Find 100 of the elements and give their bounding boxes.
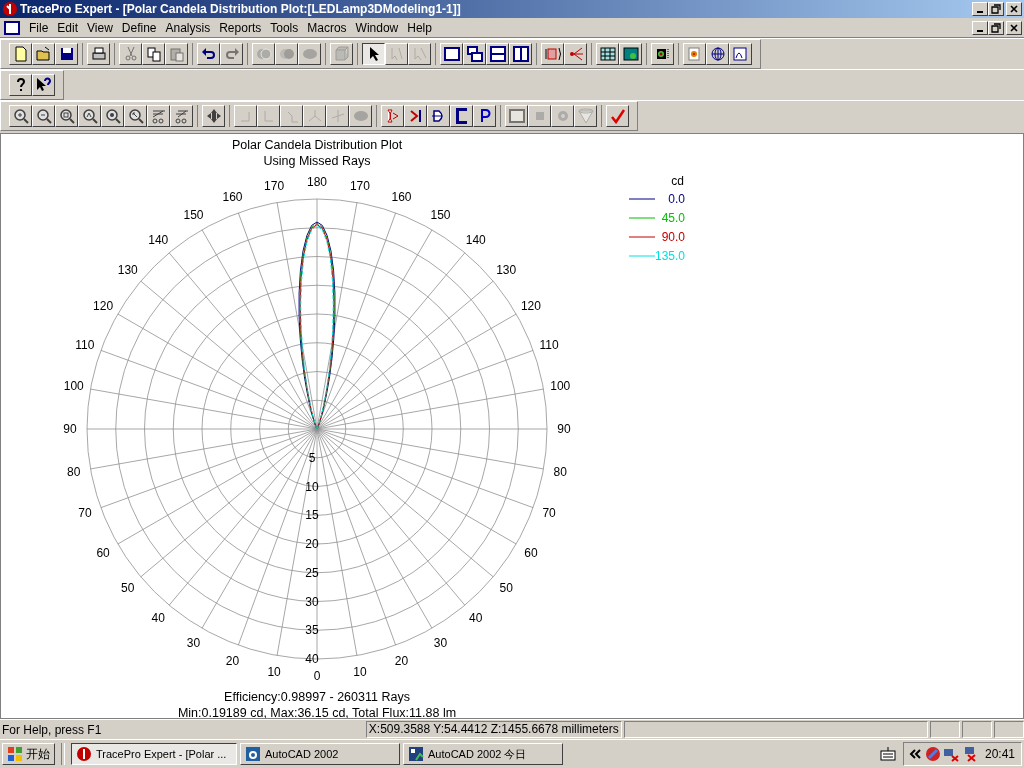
target-icon [686,46,703,62]
network-disconnected-icon[interactable] [942,746,959,762]
radial-label: 40 [305,652,319,666]
cone-icon [577,108,594,124]
restore-button[interactable] [988,2,1004,16]
angle-label: 160 [391,189,412,204]
magnifier-icon [127,108,144,124]
taskbar-button[interactable]: TracePro Expert - [Polar ... [71,743,237,765]
intersect-icon [278,46,295,62]
menu-item[interactable]: Define [118,20,163,35]
scissors-icon [122,46,139,62]
graph-icon [732,46,749,62]
minimize-icon [977,11,983,13]
radial-label: 5 [308,450,316,465]
menu-item[interactable]: Macros [304,20,353,35]
close-button[interactable] [1006,20,1022,35]
minimize-button[interactable] [972,2,988,16]
document-window-icon[interactable] [4,19,20,36]
menu-item[interactable]: Edit [54,20,85,35]
angle-label: 70 [78,506,92,521]
legend-label: 90.0 [661,230,685,244]
app-logo-icon [76,746,92,762]
angle-label: 90 [557,422,571,436]
pointer-question-icon [35,77,52,93]
menu-item[interactable]: Tools [267,20,305,35]
ray-trace-icon [173,108,190,124]
tile-vertical-icon [512,46,529,62]
angle-label: 170 [264,178,285,193]
toolbar-button[interactable] [362,43,385,65]
angle-label: 30 [433,635,448,650]
windows-flag-icon [7,746,23,762]
radial-label: 15 [305,508,319,523]
legend-label: 135.0 [654,249,685,263]
radial-label: 30 [305,594,319,609]
angle-label: 0 [313,669,321,683]
light-source-icon [544,46,561,62]
cascade-windows-icon [466,46,483,62]
copy-icon [145,46,162,62]
minimize-button[interactable] [972,20,988,35]
taskbar-button[interactable]: AutoCAD 2002 今日 [403,743,563,765]
globe-icon [709,46,726,62]
angle-label: 120 [520,298,541,313]
angle-label: 150 [430,208,451,223]
angle-label: 160 [222,189,243,204]
status-pane [994,721,1024,738]
legend-line [628,217,656,219]
iso-axes-icon [306,108,323,124]
status-text: For Help, press F1 [1,722,103,737]
zoom-in-icon [12,108,29,124]
status-pane [962,721,993,738]
plot-subtitle: Using Missed Rays [263,154,371,168]
angle-label: 130 [117,263,138,278]
angle-label: 140 [465,232,486,247]
radial-label: 20 [305,537,319,551]
angle-label: 60 [96,545,110,560]
menu-item[interactable]: View [84,20,119,35]
restore-button[interactable] [988,20,1004,35]
new-file-icon [12,46,29,62]
open-folder-icon [35,46,52,62]
clipboard-icon [168,46,185,62]
menu-item[interactable]: Window [352,20,405,35]
menu-item[interactable]: Analysis [162,20,217,35]
angle-label: 10 [353,665,367,680]
angle-label: 80 [67,464,81,479]
angle-label: 30 [186,635,201,650]
radial-label: 35 [305,623,319,638]
magnifier-icon [81,108,98,124]
taskbar-button[interactable]: AutoCAD 2002 [240,743,400,765]
spot-map-icon [654,46,671,62]
coordinates-pane: X:509.3588 Y:54.4412 Z:1455.6678 millimeters [365,721,623,738]
window-icon [443,46,460,62]
angle-label: 110 [539,337,559,352]
undo-arrow-icon [200,46,217,62]
union-icon [255,46,272,62]
menu-item[interactable]: Reports [216,20,268,35]
close-button[interactable] [1006,2,1022,16]
app-logo-icon [2,1,18,17]
start-button[interactable]: 开始 [2,743,55,765]
angle-label: 90 [63,422,77,436]
angle-label: 130 [496,263,517,278]
clock: 20:41 [984,747,1015,761]
magnifier-icon [104,108,121,124]
menu-item[interactable]: File [26,20,55,35]
antivirus-icon[interactable] [924,746,941,762]
angle-label: 40 [151,611,165,626]
blob-icon [301,46,318,62]
menu-item[interactable]: Help [404,20,438,35]
window-icon [508,108,525,124]
cube-icon [333,46,350,62]
printer-icon [90,46,107,62]
legend-label: 0.0 [668,192,685,206]
angle-label: 50 [121,580,135,595]
legend-line [628,236,656,238]
keyboard-icon[interactable] [879,746,896,762]
angle-label: 40 [469,611,483,626]
legend-label: 45.0 [661,211,685,225]
close-icon [1009,22,1019,33]
legend-title: cd [671,174,684,188]
plot-summary: Efficiency:0.98997 - 260311 Rays [224,690,410,704]
ray-burst-icon [567,46,584,62]
